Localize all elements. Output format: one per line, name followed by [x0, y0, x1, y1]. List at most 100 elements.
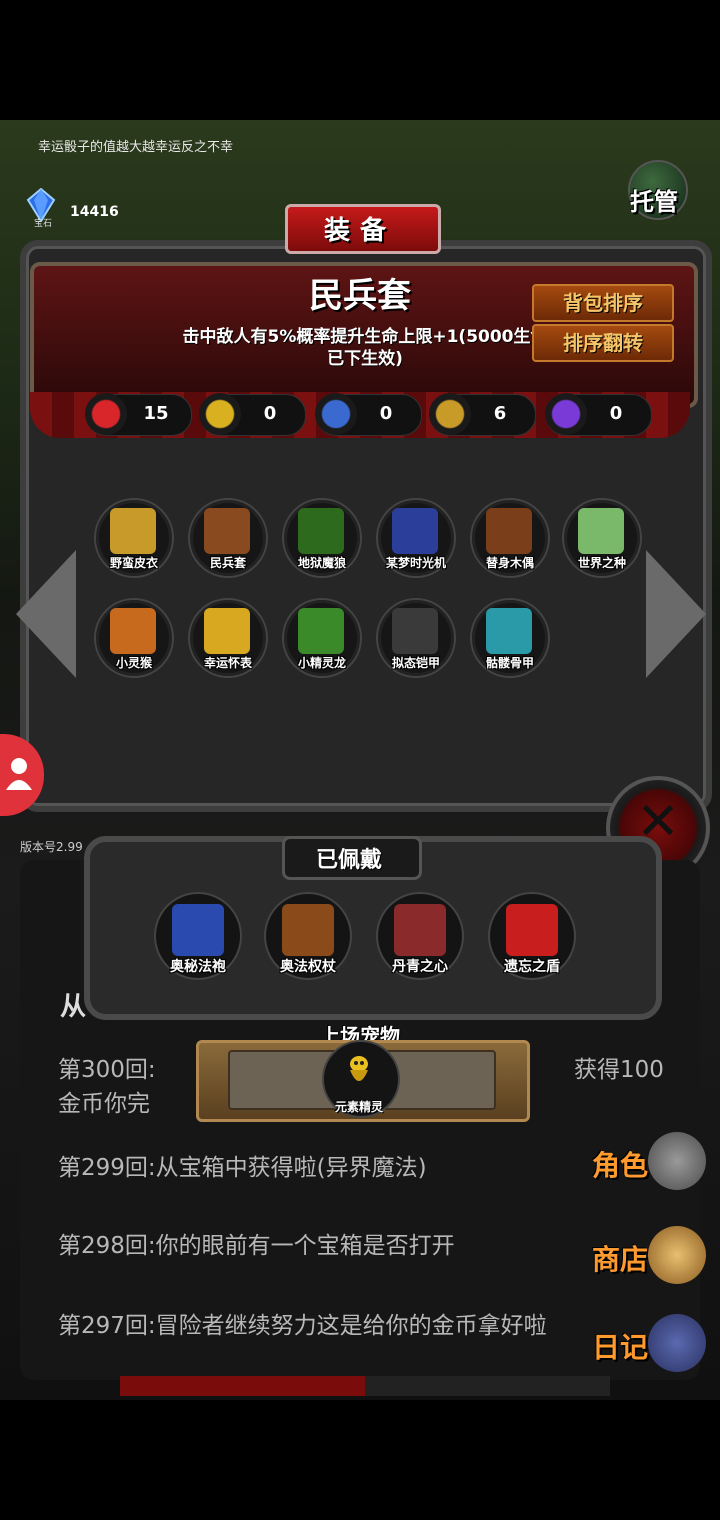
item-icon	[298, 608, 344, 654]
worn-item-label: 遗忘之盾	[504, 959, 560, 975]
shop-label: 商店	[592, 1243, 649, 1276]
item-icon	[204, 508, 250, 554]
item-icon	[110, 508, 156, 554]
inventory-item[interactable]: 骷髅骨甲	[470, 598, 550, 678]
item-icon	[578, 508, 624, 554]
worn-title: 已佩戴	[315, 848, 382, 873]
worn-item[interactable]: 奥秘法袍	[154, 892, 242, 980]
inventory-item[interactable]: 小灵猴	[94, 598, 174, 678]
item-icon	[486, 608, 532, 654]
item-label: 世界之种	[577, 556, 626, 570]
stat-3: 6	[429, 393, 536, 436]
inventory-item[interactable]: 幸运怀表	[188, 598, 268, 678]
item-label: 某梦时光机	[385, 556, 446, 570]
left-arrow-icon	[16, 550, 76, 678]
flip-sort-button[interactable]: 排序翻转	[532, 324, 674, 362]
item-icon	[392, 608, 438, 654]
log-line: 金币你完	[58, 1091, 150, 1117]
item-label: 民兵套	[209, 556, 246, 570]
role-label: 角色	[592, 1149, 649, 1182]
version-text: 版本号2.99	[20, 840, 83, 854]
item-icon	[204, 608, 250, 654]
right-arrow-icon	[646, 550, 706, 678]
sort-bag-button[interactable]: 背包排序	[532, 284, 674, 322]
log-heading: 从	[60, 992, 87, 1022]
set-description: 击中敌人有5%概率提升生命上限+1(5000生命已下生效)	[182, 327, 548, 369]
log-line: 第299回:从宝箱中获得啦(异界魔法)	[58, 1155, 427, 1181]
heart-icon	[85, 393, 127, 435]
worn-item-icon	[394, 904, 446, 956]
item-label: 地狱魔狼	[297, 556, 346, 570]
stat-value: 6	[493, 403, 507, 424]
inventory-item[interactable]: 拟态铠甲	[376, 598, 456, 678]
item-label: 野蛮皮衣	[109, 556, 158, 570]
diary-button[interactable]: 日记	[592, 1314, 712, 1374]
log-line: 第297回:冒险者继续努力这是给你的金币拿好啦	[58, 1313, 547, 1339]
weapon-icon	[429, 393, 471, 435]
gem-count: 14416	[70, 204, 119, 220]
worn-item[interactable]: 丹青之心	[376, 892, 464, 980]
bottom-progress-bar	[120, 1376, 610, 1396]
item-label: 小灵猴	[115, 656, 152, 670]
stat-value: 0	[609, 403, 623, 424]
inventory-item[interactable]: 世界之种	[562, 498, 642, 578]
stat-1: 0	[199, 393, 306, 436]
beer-mug-icon	[648, 1226, 706, 1284]
panel-title: 装备	[323, 216, 396, 246]
inventory-item[interactable]: 地狱魔狼	[282, 498, 362, 578]
role-button[interactable]: 角色	[592, 1132, 712, 1192]
worn-item-label: 奥秘法袍	[170, 959, 226, 975]
flip-sort-label: 排序翻转	[563, 331, 643, 355]
pet-name: 元素精灵	[334, 1100, 383, 1114]
worn-item-icon	[282, 904, 334, 956]
auto-play-label: 托管	[630, 188, 678, 216]
item-icon	[298, 508, 344, 554]
strength-icon	[199, 393, 241, 435]
helmet-icon	[648, 1132, 706, 1190]
log-line-tail: 获得100	[574, 1057, 664, 1083]
inventory-item[interactable]: 民兵套	[188, 498, 268, 578]
stat-4: 0	[545, 393, 652, 436]
auto-play-button[interactable]: 托管	[622, 160, 692, 220]
worn-item-label: 奥法权杖	[280, 959, 336, 975]
worn-item-label: 丹青之心	[392, 959, 448, 975]
stat-value: 15	[143, 403, 169, 424]
set-name: 民兵套	[309, 276, 411, 316]
prev-page-arrow[interactable]	[8, 550, 78, 680]
shop-button[interactable]: 商店	[592, 1226, 712, 1286]
gem-label: 宝石	[34, 219, 53, 229]
item-icon	[486, 508, 532, 554]
user-icon	[6, 758, 32, 790]
panel-title-ribbon: 装备	[245, 196, 475, 254]
worn-item[interactable]: 遗忘之盾	[488, 892, 576, 980]
log-line: 第300回:	[58, 1057, 156, 1083]
item-label: 拟态铠甲	[391, 656, 440, 670]
stat-value: 0	[379, 403, 393, 424]
inventory-item[interactable]: 替身木偶	[470, 498, 550, 578]
armor-icon	[315, 393, 357, 435]
elemental-spirit-icon	[350, 1056, 368, 1081]
worn-item[interactable]: 奥法权杖	[264, 892, 352, 980]
item-label: 骷髅骨甲	[485, 656, 534, 670]
gem-counter: 14416 宝石	[22, 188, 132, 229]
stat-value: 0	[263, 403, 277, 424]
tip-text: 幸运骰子的值越大越幸运反之不幸	[38, 140, 234, 155]
item-label: 小精灵龙	[297, 656, 346, 670]
diary-label: 日记	[592, 1331, 649, 1364]
inventory-item[interactable]: 某梦时光机	[376, 498, 456, 578]
inventory-item[interactable]: 野蛮皮衣	[94, 498, 174, 578]
worn-item-icon	[172, 904, 224, 956]
worn-item-icon	[506, 904, 558, 956]
book-icon	[648, 1314, 706, 1372]
next-page-arrow[interactable]	[642, 550, 712, 680]
item-icon	[110, 608, 156, 654]
item-icon	[392, 508, 438, 554]
stat-0: 15	[85, 393, 192, 436]
inventory-item[interactable]: 小精灵龙	[282, 598, 362, 678]
item-label: 替身木偶	[485, 556, 534, 570]
log-line: 第298回:你的眼前有一个宝箱是否打开	[58, 1233, 455, 1259]
lightning-icon	[545, 393, 587, 435]
stat-2: 0	[315, 393, 422, 436]
sort-bag-label: 背包排序	[563, 291, 643, 315]
item-label: 幸运怀表	[203, 656, 252, 670]
